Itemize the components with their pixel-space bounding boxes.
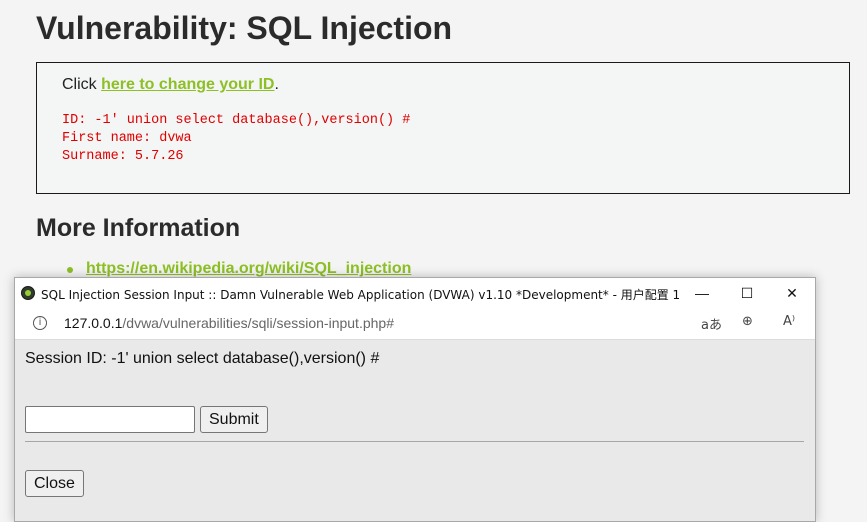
result-first-name-line: First name: dvwa: [62, 131, 192, 146]
info-icon[interactable]: i: [33, 316, 47, 330]
list-item: https://en.wikipedia.org/wiki/SQL_inject…: [66, 260, 411, 278]
read-aloud-icon[interactable]: A⁾: [783, 314, 795, 329]
translate-icon[interactable]: aあ: [701, 314, 722, 333]
session-id-input[interactable]: [25, 406, 195, 433]
wikipedia-link[interactable]: https://en.wikipedia.org/wiki/SQL_inject…: [86, 260, 411, 277]
session-input-window: SQL Injection Session Input :: Damn Vuln…: [14, 277, 816, 522]
minimize-button[interactable]: —: [679, 278, 725, 309]
click-suffix: .: [274, 76, 279, 93]
window-titlebar[interactable]: SQL Injection Session Input :: Damn Vuln…: [15, 278, 815, 310]
session-id-text: Session ID: -1' union select database(),…: [25, 350, 380, 367]
more-information-list: https://en.wikipedia.org/wiki/SQL_inject…: [66, 260, 411, 278]
page-title: Vulnerability: SQL Injection: [36, 10, 453, 46]
change-id-line: Click here to change your ID.: [62, 76, 279, 94]
close-button[interactable]: Close: [25, 470, 84, 497]
window-title: SQL Injection Session Input :: Damn Vuln…: [41, 288, 679, 302]
url-path: /dvwa/vulnerabilities/sqli/session-input…: [122, 315, 394, 331]
vulnerability-box: Click here to change your ID. ID: -1' un…: [36, 62, 850, 194]
address-bar[interactable]: i 127.0.0.1/dvwa/vulnerabilities/sqli/se…: [15, 309, 815, 340]
divider: [25, 441, 804, 442]
browser-app-icon: [21, 286, 35, 300]
zoom-icon[interactable]: ⊕: [742, 314, 753, 329]
url-host: 127.0.0.1: [64, 315, 123, 331]
close-window-button[interactable]: ✕: [769, 278, 815, 309]
url-text[interactable]: 127.0.0.1/dvwa/vulnerabilities/sqli/sess…: [64, 315, 394, 331]
more-information-heading: More Information: [36, 214, 241, 242]
query-result: ID: -1' union select database(),version(…: [62, 112, 410, 166]
submit-button[interactable]: Submit: [200, 406, 268, 433]
maximize-button[interactable]: ☐: [724, 278, 770, 309]
bullet-icon: [67, 267, 73, 273]
result-id-line: ID: -1' union select database(),version(…: [62, 113, 411, 128]
result-surname-line: Surname: 5.7.26: [62, 149, 184, 164]
click-prefix: Click: [62, 76, 102, 93]
change-id-link[interactable]: here to change your ID: [101, 76, 274, 93]
